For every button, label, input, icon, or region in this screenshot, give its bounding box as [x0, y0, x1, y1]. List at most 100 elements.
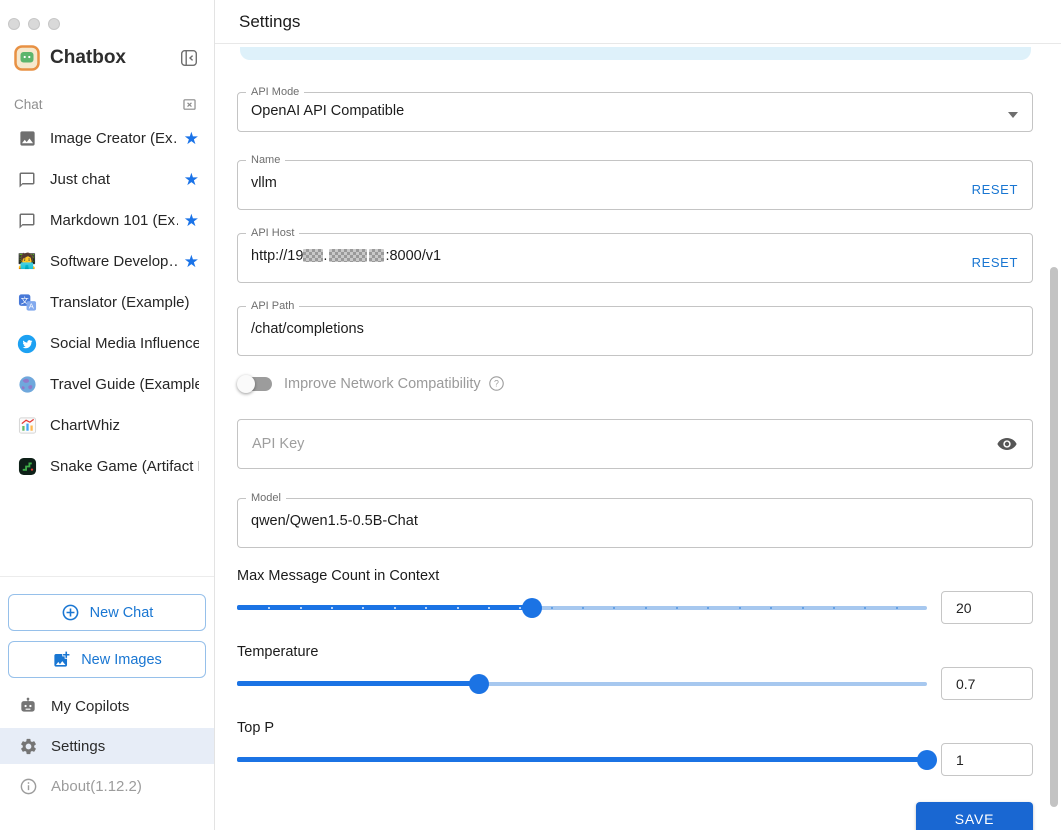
- temperature-label: Temperature: [237, 644, 319, 660]
- slider-thumb[interactable]: [468, 673, 489, 694]
- session-label: Snake Game (Artifact E…: [50, 458, 199, 475]
- temperature-slider[interactable]: [237, 667, 927, 700]
- network-compatibility-toggle[interactable]: [237, 374, 272, 393]
- nav-label: My Copilots: [51, 697, 130, 715]
- chat-bubble-icon: [17, 211, 37, 231]
- api-host-value: http://19.:8000/v1: [251, 248, 442, 264]
- sidebar-nav: My Copilots Settings About(1.12.2): [0, 688, 214, 804]
- svg-text:?: ?: [494, 379, 499, 389]
- scrolled-tab-remnant: [240, 47, 1031, 60]
- sidebar-item-my-copilots[interactable]: My Copilots: [0, 688, 214, 724]
- slider-fill: [237, 757, 927, 762]
- game-icon: [17, 457, 37, 477]
- api-mode-select[interactable]: API Mode OpenAI API Compatible: [237, 86, 1033, 132]
- api-mode-label: API Mode: [251, 86, 300, 98]
- session-item-just-chat[interactable]: Just chat ★: [0, 159, 214, 200]
- session-item-snake-game[interactable]: Snake Game (Artifact E…: [0, 446, 214, 487]
- settings-panel: Settings API Mode OpenAI API Compatible …: [215, 0, 1061, 830]
- api-path-value: /chat/completions: [251, 321, 364, 337]
- top-p-label: Top P: [237, 720, 275, 736]
- new-chat-button[interactable]: New Chat: [8, 594, 206, 631]
- session-label: Software Develop…: [50, 253, 178, 270]
- max-message-count-value-input[interactable]: 20: [941, 591, 1033, 624]
- zoom-window-button[interactable]: [48, 18, 60, 30]
- robot-icon: [18, 696, 38, 716]
- gear-icon: [18, 736, 38, 756]
- scrollbar-thumb[interactable]: [1050, 267, 1058, 807]
- session-item-social-media-influencer[interactable]: Social Media Influencer …: [0, 323, 214, 364]
- sidebar-item-about[interactable]: About(1.12.2): [0, 768, 214, 804]
- app-title: Chatbox: [50, 47, 126, 68]
- session-item-travel-guide[interactable]: Travel Guide (Example): [0, 364, 214, 405]
- name-field[interactable]: Name vllm RESET: [237, 154, 1033, 210]
- name-reset-button[interactable]: RESET: [972, 182, 1018, 197]
- model-field[interactable]: Model qwen/Qwen1.5-0.5B-Chat: [237, 492, 1033, 548]
- api-host-label: API Host: [251, 227, 295, 239]
- temperature-value-input[interactable]: 0.7: [941, 667, 1033, 700]
- redacted-text: [369, 249, 385, 262]
- slider-fill: [237, 681, 479, 686]
- twitter-icon: [17, 334, 37, 354]
- session-item-software-developer[interactable]: 🧑‍💻 Software Develop… ★: [0, 241, 214, 282]
- top-p-slider[interactable]: [237, 743, 937, 776]
- chart-emoji-icon: [17, 416, 37, 436]
- nav-label: Settings: [51, 737, 106, 755]
- session-label: Translator (Example): [50, 294, 190, 311]
- collapse-sidebar-icon[interactable]: [178, 47, 200, 69]
- clear-conversations-icon[interactable]: [180, 95, 198, 113]
- sidebar-divider: [0, 576, 214, 577]
- translate-icon: 文A: [17, 293, 37, 313]
- slider-thumb[interactable]: [521, 597, 542, 618]
- api-path-label: API Path: [251, 300, 295, 312]
- image-icon: [17, 129, 37, 149]
- window-controls: [0, 0, 214, 30]
- star-icon[interactable]: ★: [184, 252, 199, 272]
- image-plus-icon: [52, 650, 71, 669]
- top-p-value-input[interactable]: 1: [941, 743, 1033, 776]
- chatbox-window: Chatbox Chat Image Creator (Ex… ★ Just cha…: [0, 0, 1061, 830]
- api-key-placeholder: API Key: [252, 436, 305, 452]
- star-icon[interactable]: ★: [184, 211, 199, 231]
- api-host-reset-button[interactable]: RESET: [972, 255, 1018, 270]
- session-label: Social Media Influencer …: [50, 335, 199, 352]
- max-message-count-label: Max Message Count in Context: [237, 568, 440, 584]
- globe-emoji-icon: [17, 375, 37, 395]
- session-item-image-creator[interactable]: Image Creator (Ex… ★: [0, 118, 214, 159]
- name-value: vllm: [251, 175, 277, 191]
- api-mode-value: OpenAI API Compatible: [251, 103, 405, 119]
- page-title: Settings: [239, 11, 301, 31]
- slider-thumb[interactable]: [917, 749, 937, 770]
- model-label: Model: [251, 492, 281, 504]
- help-icon[interactable]: ?: [488, 375, 505, 392]
- session-item-markdown-101[interactable]: Markdown 101 (Ex… ★: [0, 200, 214, 241]
- new-images-button[interactable]: New Images: [8, 641, 206, 678]
- star-icon[interactable]: ★: [184, 129, 199, 149]
- redacted-text: [329, 249, 368, 262]
- session-item-chartwhiz[interactable]: ChartWhiz: [0, 405, 214, 446]
- eye-icon[interactable]: [996, 433, 1018, 455]
- model-value: qwen/Qwen1.5-0.5B-Chat: [251, 513, 418, 529]
- chevron-down-icon: [1008, 112, 1018, 118]
- star-icon[interactable]: ★: [184, 170, 199, 190]
- api-key-field[interactable]: API Key: [237, 419, 1033, 469]
- chat-section-label: Chat: [14, 96, 43, 112]
- chat-bubble-icon: [17, 170, 37, 190]
- save-button[interactable]: SAVE: [916, 802, 1033, 830]
- session-item-translator[interactable]: 文 A Translator (Example): [0, 282, 214, 323]
- session-label: ChartWhiz: [50, 417, 121, 434]
- session-label: Markdown 101 (Ex…: [50, 212, 178, 229]
- chatbox-logo-icon: [14, 45, 40, 71]
- api-path-field[interactable]: API Path /chat/completions: [237, 300, 1033, 356]
- close-window-button[interactable]: [8, 18, 20, 30]
- info-icon: [18, 776, 38, 796]
- session-label: Image Creator (Ex…: [50, 130, 178, 147]
- session-label: Travel Guide (Example): [50, 376, 199, 393]
- sidebar-item-settings[interactable]: Settings: [0, 728, 214, 764]
- network-compatibility-label: Improve Network Compatibility: [284, 375, 481, 392]
- api-host-field[interactable]: API Host http://19.:8000/v1 RESET: [237, 227, 1033, 283]
- max-message-count-slider[interactable]: [237, 591, 927, 624]
- session-list: Image Creator (Ex… ★ Just chat ★ Markdown 10…: [0, 118, 214, 487]
- minimize-window-button[interactable]: [28, 18, 40, 30]
- technologist-emoji-icon: 🧑‍💻: [17, 253, 37, 270]
- session-label: Just chat: [50, 171, 111, 188]
